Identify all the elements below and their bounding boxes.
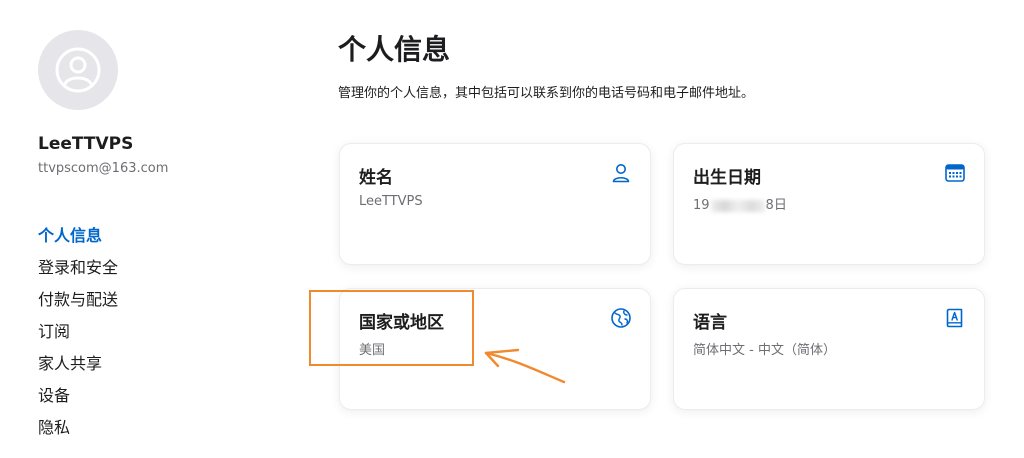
sidebar-item-subscriptions[interactable]: 订阅 [38, 316, 118, 348]
birthday-card[interactable]: 出生日期 19 8日 [673, 143, 985, 265]
sidebar-item-devices[interactable]: 设备 [38, 380, 118, 412]
name-card-title: 姓名 [359, 168, 393, 188]
page-subtitle: 管理你的个人信息，其中包括可以联系到你的电话号码和电子邮件地址。 [338, 86, 755, 101]
page-title: 个人信息 [338, 33, 451, 66]
user-email: ttvpscom@163.com [38, 161, 169, 176]
person-icon [612, 164, 630, 183]
language-card-title: 语言 [693, 313, 727, 333]
sidebar-item-personal-info[interactable]: 个人信息 [38, 220, 118, 252]
birthday-card-value: 19 8日 [693, 194, 787, 213]
sidebar-item-payment-shipping[interactable]: 付款与配送 [38, 284, 118, 316]
sidebar-nav: 个人信息 登录和安全 付款与配送 订阅 家人共享 设备 隐私 [38, 220, 118, 444]
sidebar-item-family-sharing[interactable]: 家人共享 [38, 348, 118, 380]
globe-icon [611, 308, 631, 328]
birthday-value-suffix: 8日 [765, 198, 787, 213]
sidebar-item-sign-in-security[interactable]: 登录和安全 [38, 252, 118, 284]
redacted-blur [710, 199, 765, 212]
avatar-person-icon [55, 47, 101, 93]
user-name: LeeTTVPS [38, 134, 134, 154]
language-card[interactable]: 语言 简体中文 - 中文（简体） [673, 288, 985, 410]
name-card-value: LeeTTVPS [359, 194, 423, 209]
birthday-value-prefix: 19 [693, 198, 710, 213]
name-card[interactable]: 姓名 LeeTTVPS [339, 143, 651, 265]
avatar[interactable] [38, 30, 118, 110]
sidebar-item-privacy[interactable]: 隐私 [38, 412, 118, 444]
page: LeeTTVPS ttvpscom@163.com 个人信息 登录和安全 付款与… [0, 0, 1024, 458]
annotation-arrow-icon [484, 348, 566, 384]
calendar-icon [945, 164, 965, 182]
birthday-card-title: 出生日期 [693, 168, 761, 188]
language-card-value: 简体中文 - 中文（简体） [693, 343, 836, 358]
highlight-box [309, 290, 474, 366]
book-icon [946, 308, 963, 328]
